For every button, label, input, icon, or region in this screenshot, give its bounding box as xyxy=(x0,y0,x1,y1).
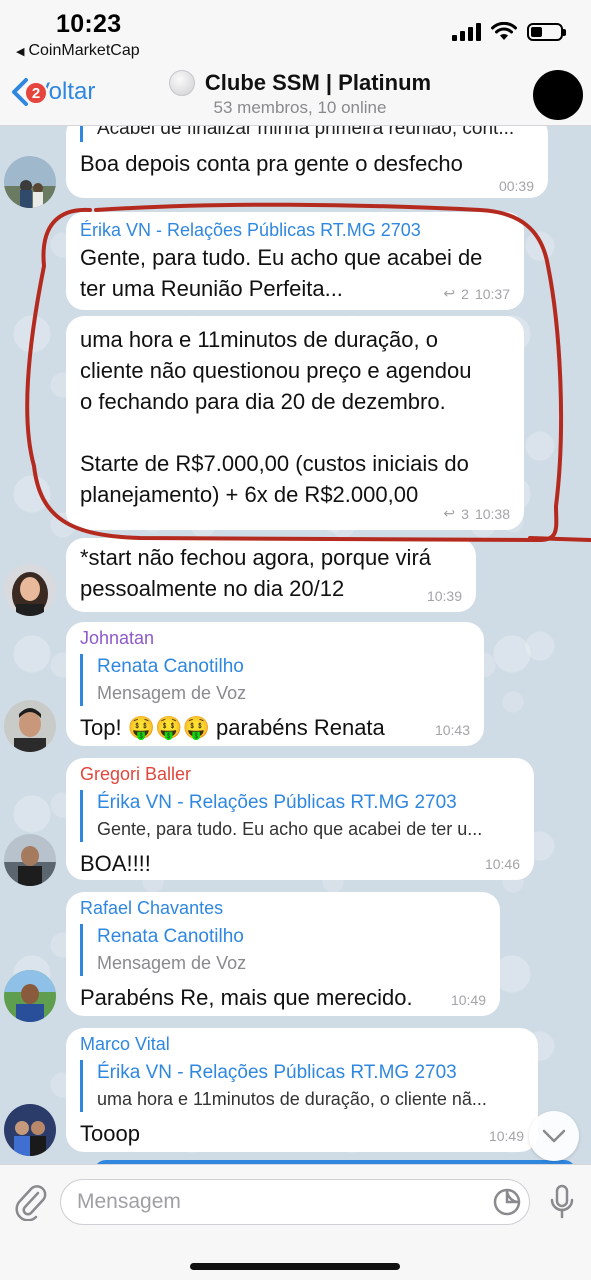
message-text: Parabéns Re, mais que merecido. xyxy=(80,985,413,1010)
status-time: 10:23 xyxy=(56,10,122,38)
return-to-app-link[interactable]: ◀ CoinMarketCap xyxy=(16,42,140,60)
quote-text: Mensagem de Voz xyxy=(97,683,247,703)
message-bubble[interactable]: Marco Vital Érika VN - Relações Públicas… xyxy=(66,1028,538,1152)
quote-author: Renata Canotilho xyxy=(97,656,244,677)
battery-icon xyxy=(527,23,566,41)
message-bubble[interactable]: uma hora e 11minutos de duração, o clien… xyxy=(66,316,524,530)
reply-count: 3 xyxy=(461,505,469,522)
chat-title-area[interactable]: Clube SSM | Platinum 53 membros, 10 onli… xyxy=(160,70,440,118)
back-triangle-icon: ◀ xyxy=(16,45,25,58)
chat-title: Clube SSM | Platinum xyxy=(204,70,432,95)
message-time: 10:38 xyxy=(474,505,510,522)
chat-header: 2 Voltar Clube SSM | Platinum 53 membros… xyxy=(0,62,591,126)
back-button[interactable]: 2 Voltar xyxy=(8,76,95,108)
reply-count: 2 xyxy=(461,285,469,302)
return-app-label: CoinMarketCap xyxy=(28,42,140,59)
sender-name: Rafael Chavantes xyxy=(80,898,224,918)
message-text: BOA!!!! xyxy=(80,851,151,876)
message-bubble[interactable]: Rafael Chavantes Renata Canotilho Mensag… xyxy=(66,892,500,1016)
quote-author: Érika VN - Relações Públicas RT.MG 2703 xyxy=(97,792,457,813)
message-time: 10:49 xyxy=(450,992,486,1008)
avatar[interactable] xyxy=(4,700,56,752)
avatar[interactable] xyxy=(4,156,56,208)
message-bubble[interactable]: Érika VN - Relações Públicas RT.MG 2703 … xyxy=(66,212,524,310)
quote-text: Mensagem de Voz xyxy=(97,953,247,973)
sticker-icon[interactable] xyxy=(492,1187,522,1217)
message-time: 10:39 xyxy=(426,588,462,604)
message-input[interactable] xyxy=(60,1179,530,1225)
quote-text: Acabei de finalizar minha primeira reuni… xyxy=(97,126,515,139)
message-text: Boa depois conta pra gente o desfecho xyxy=(80,151,463,176)
chat-area[interactable]: Acabei de finalizar minha primeira reuni… xyxy=(0,126,591,1164)
message-bubble[interactable]: Acabei de finalizar minha primeira reuni… xyxy=(66,126,548,198)
reply-quote[interactable]: Acabei de finalizar minha primeira reuni… xyxy=(80,126,534,142)
reply-quote[interactable]: Renata Canotilho Mensagem de Voz xyxy=(80,924,486,976)
scroll-down-button[interactable] xyxy=(529,1111,579,1161)
avatar[interactable] xyxy=(4,1104,56,1156)
message-bubble[interactable]: *start não fechou agora, porque virá pes… xyxy=(66,538,476,612)
composer-bar xyxy=(0,1164,591,1280)
sender-name: Érika VN - Relações Públicas RT.MG 2703 xyxy=(80,220,421,240)
sender-name: Gregori Baller xyxy=(80,764,192,784)
reply-quote[interactable]: Renata Canotilho Mensagem de Voz xyxy=(80,654,470,706)
message-time: 10:46 xyxy=(484,856,520,872)
group-avatar[interactable] xyxy=(533,70,583,120)
message-text: Tooop xyxy=(80,1121,140,1146)
reply-count-icon: ↩ xyxy=(443,505,456,521)
quote-author: Érika VN - Relações Públicas RT.MG 2703 xyxy=(97,1062,457,1083)
wifi-icon xyxy=(491,22,517,40)
avatar[interactable] xyxy=(4,970,56,1022)
unread-badge: 2 xyxy=(24,81,48,105)
message-text: *start não fechou agora, porque virá pes… xyxy=(80,545,432,601)
microphone-icon[interactable] xyxy=(548,1183,576,1221)
reply-quote[interactable]: Érika VN - Relações Públicas RT.MG 2703 … xyxy=(80,1060,524,1112)
message-time: 10:49 xyxy=(488,1128,524,1144)
avatar[interactable] xyxy=(4,564,56,616)
reply-count-icon: ↩ xyxy=(443,285,456,301)
reply-quote[interactable]: Érika VN - Relações Públicas RT.MG 2703 … xyxy=(80,790,520,842)
message-text: Top! 🤑🤑🤑 parabéns Renata xyxy=(80,715,385,740)
message-time: 00:39 xyxy=(498,178,534,194)
quote-text: uma hora e 11minutos de duração, o clien… xyxy=(97,1089,487,1109)
message-bubble[interactable]: Gregori Baller Érika VN - Relações Públi… xyxy=(66,758,534,880)
group-icon xyxy=(168,70,195,96)
status-icons xyxy=(452,22,566,42)
paperclip-icon[interactable] xyxy=(14,1183,48,1221)
message-text: uma hora e 11minutos de duração, o clien… xyxy=(80,327,472,507)
status-bar: 10:23 ◀ CoinMarketCap xyxy=(0,0,591,62)
sender-name: Johnatan xyxy=(80,628,155,648)
message-time: 10:43 xyxy=(434,722,470,738)
signal-icon xyxy=(452,23,481,41)
quote-text: Gente, para tudo. Eu acho que acabei de … xyxy=(97,819,483,839)
sender-name: Marco Vital xyxy=(80,1034,170,1054)
chat-subtitle: 53 membros, 10 online xyxy=(213,98,387,117)
scroll-down-chevron-icon xyxy=(542,1129,566,1143)
quote-author: Renata Canotilho xyxy=(97,926,244,947)
message-time: 10:37 xyxy=(474,285,510,302)
message-bubble[interactable]: Johnatan Renata Canotilho Mensagem de Vo… xyxy=(66,622,484,746)
avatar[interactable] xyxy=(4,834,56,886)
home-indicator xyxy=(190,1263,400,1270)
